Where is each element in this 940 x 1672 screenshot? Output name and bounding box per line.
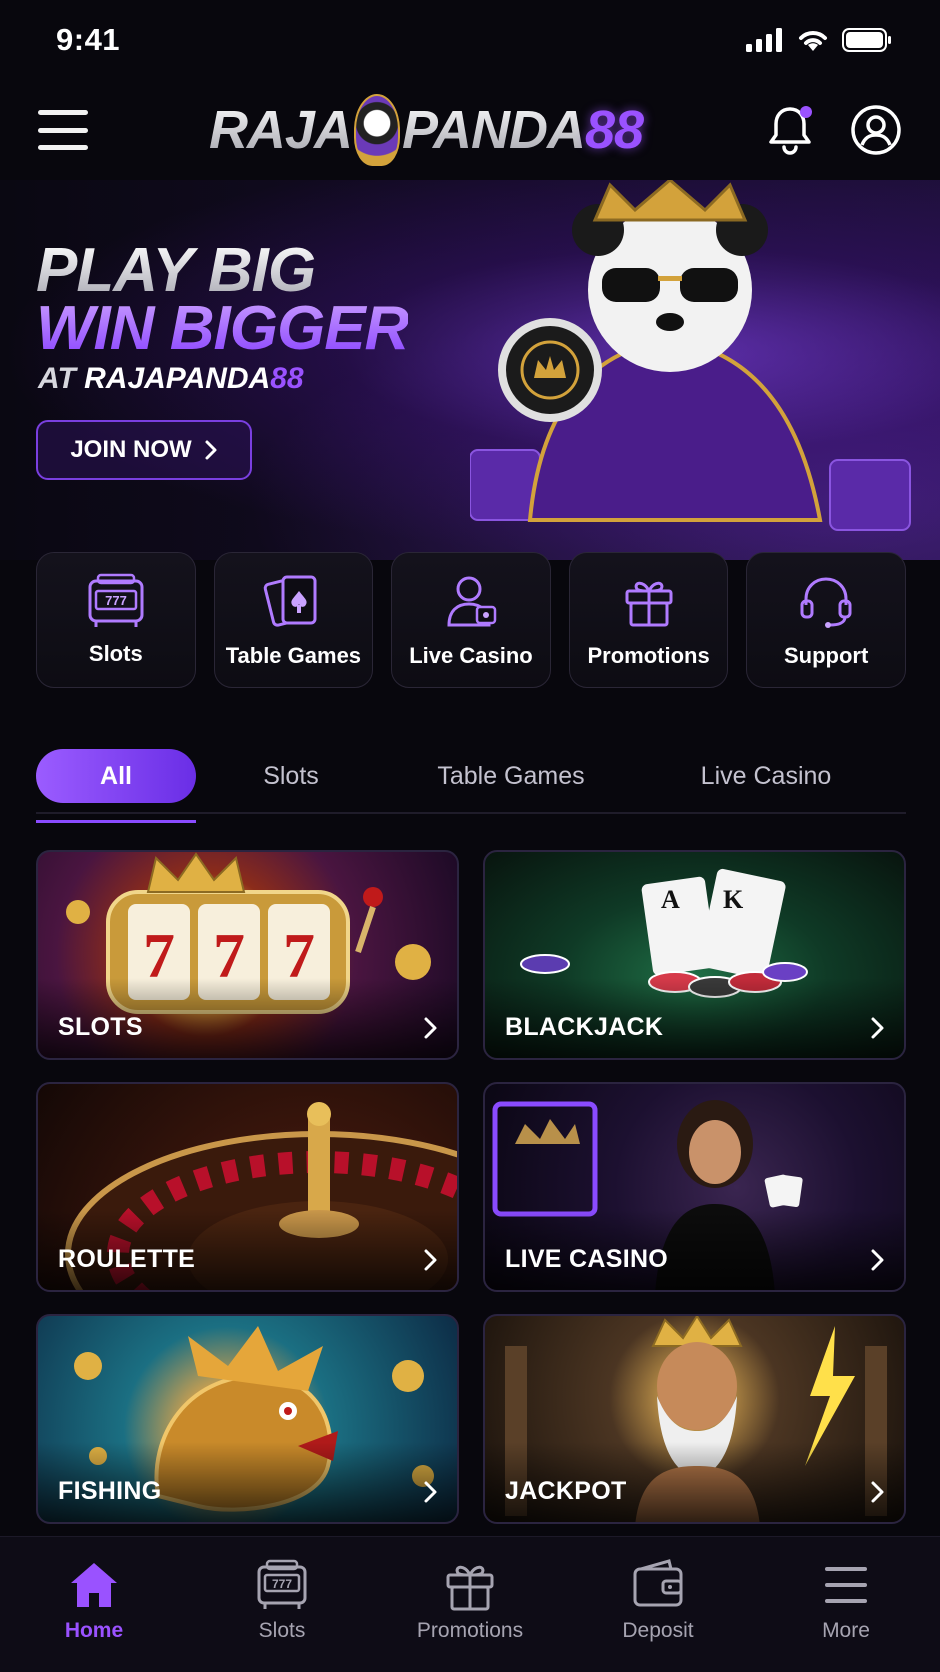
slot-machine-icon: 777 [88, 573, 144, 627]
gift-icon [625, 581, 673, 627]
svg-text:777: 777 [272, 1577, 292, 1591]
app-header: RAJA PANDA 88 [0, 80, 940, 180]
quick-category-label: Live Casino [409, 643, 533, 668]
quick-category-label: Table Games [225, 643, 362, 668]
brand-logo[interactable]: RAJA PANDA 88 [208, 94, 644, 166]
user-profile-icon [851, 105, 901, 155]
menu-line [38, 110, 88, 115]
hamburger-menu-button[interactable] [38, 110, 88, 150]
nav-slots[interactable]: 777 Slots [202, 1559, 362, 1643]
wifi-icon [799, 31, 827, 51]
join-now-button[interactable]: JOIN NOW [36, 420, 252, 480]
panda-mascot-logo-icon [353, 94, 400, 166]
header-actions [764, 104, 902, 156]
menu-line [38, 127, 88, 133]
game-filter-tabs: All Slots Table Games Live Casino [36, 740, 906, 823]
tab-slots[interactable]: Slots [196, 749, 386, 803]
hero-subtitle-at: AT [38, 362, 76, 395]
quick-category-live-casino[interactable]: Live Casino [391, 552, 551, 688]
notification-dot [799, 106, 812, 118]
hero-headline-line1: PLAY BIG [36, 236, 316, 305]
wallet-icon [633, 1559, 683, 1607]
nav-label: Deposit [622, 1619, 694, 1642]
chevron-right-icon [424, 1249, 437, 1271]
notification-button[interactable] [764, 104, 816, 156]
nav-home[interactable]: Home [14, 1559, 174, 1643]
battery-icon [842, 28, 891, 52]
dealer-icon [447, 576, 497, 627]
chevron-right-icon [871, 1481, 884, 1503]
chevron-right-icon [424, 1017, 437, 1039]
game-grid: 7 7 7 SLOTS A K BLACKJACK ROULETTE LIVE … [36, 850, 906, 1524]
quick-category-table-games[interactable]: Table Games [213, 552, 374, 688]
logo-text-88: 88 [584, 100, 644, 160]
game-card-fishing[interactable]: FISHING [36, 1314, 459, 1524]
game-card-roulette[interactable]: ROULETTE [36, 1082, 459, 1292]
game-card-blackjack[interactable]: A K BLACKJACK [483, 850, 906, 1060]
nav-label: Promotions [416, 1619, 524, 1642]
svg-text:777: 777 [105, 593, 127, 608]
join-now-label: JOIN NOW [70, 436, 192, 463]
tab-table-games[interactable]: Table Games [386, 749, 636, 803]
nav-label: More [822, 1619, 870, 1642]
game-card-title: ROULETTE [58, 1245, 196, 1273]
game-card-jackpot[interactable]: JACKPOT [483, 1314, 906, 1524]
nav-deposit[interactable]: Deposit [578, 1559, 738, 1643]
hero-headline-line2: WIN BIGGER [36, 294, 409, 363]
logo-text-panda: PANDA [401, 100, 586, 160]
logo-text-raja: RAJA [208, 100, 353, 160]
nav-more[interactable]: More [766, 1559, 926, 1643]
chevron-right-icon [871, 1017, 884, 1039]
chevron-right-icon [424, 1481, 437, 1503]
cellular-signal-icon [746, 28, 782, 52]
nav-promotions[interactable]: Promotions [390, 1559, 550, 1643]
panda-king-mascot-illustration [470, 180, 911, 531]
quick-category-label: Support [784, 643, 869, 668]
slot-machine-icon: 777 [257, 1559, 307, 1609]
game-card-title: JACKPOT [505, 1477, 627, 1505]
playing-card-icon [264, 575, 317, 627]
game-card-title: SLOTS [58, 1013, 143, 1041]
game-card-title: FISHING [58, 1477, 162, 1505]
nav-label: Slots [258, 1619, 306, 1642]
menu-line [38, 145, 88, 150]
hero-subtitle-brand: RAJAPANDA [84, 362, 271, 395]
quick-category-label: Slots [88, 641, 143, 666]
nav-label: Home [64, 1619, 124, 1642]
headset-icon [800, 577, 852, 628]
game-card-title: BLACKJACK [505, 1013, 664, 1041]
svg-text:A: A [661, 885, 680, 914]
hero-subtitle: AT RAJAPANDA88 [38, 362, 304, 396]
svg-text:K: K [723, 885, 744, 914]
hero-subtitle-num: 88 [270, 362, 304, 395]
quick-categories: 777 Slots Table Games Live Casino Promot… [36, 552, 906, 690]
game-card-live-casino[interactable]: LIVE CASINO [483, 1082, 906, 1292]
status-icons [746, 27, 892, 53]
status-time: 9:41 [56, 22, 121, 57]
tab-all[interactable]: All [36, 749, 196, 823]
home-icon [71, 1563, 117, 1607]
chevron-right-icon [205, 440, 217, 460]
quick-category-label: Promotions [587, 643, 710, 668]
game-card-slots[interactable]: 7 7 7 SLOTS [36, 850, 459, 1060]
hero-banner: PLAY BIG WIN BIGGER AT RAJAPANDA88 JOIN … [0, 180, 940, 560]
quick-category-support[interactable]: Support [746, 552, 906, 688]
chevron-right-icon [871, 1249, 884, 1271]
tab-live-casino[interactable]: Live Casino [636, 749, 896, 803]
gift-icon [446, 1565, 494, 1611]
bottom-navigation: Home 777 Slots Promotions Deposit More [0, 1536, 940, 1672]
menu-icon [825, 1567, 867, 1603]
status-bar: 9:41 [0, 0, 940, 80]
profile-button[interactable] [850, 104, 902, 156]
quick-category-promotions[interactable]: Promotions [568, 552, 729, 688]
quick-category-slots[interactable]: 777 Slots [36, 552, 196, 688]
game-card-title: LIVE CASINO [505, 1245, 669, 1273]
